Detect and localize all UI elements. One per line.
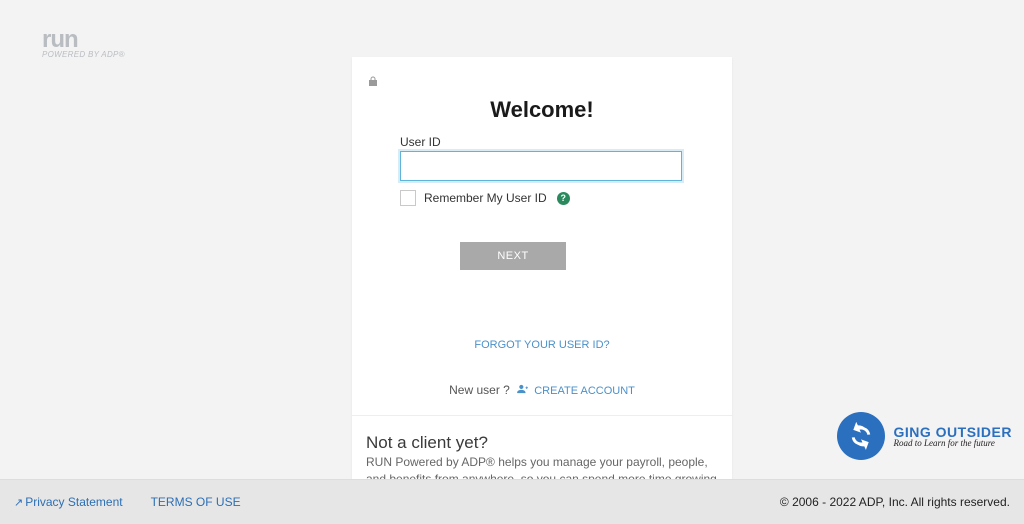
remember-label: Remember My User ID xyxy=(424,191,547,205)
login-card: Welcome! User ID Remember My User ID ? N… xyxy=(352,57,732,479)
new-user-prefix: New user ? xyxy=(449,383,510,397)
userid-label: User ID xyxy=(400,135,441,149)
remember-checkbox[interactable] xyxy=(400,190,416,206)
person-plus-icon xyxy=(517,385,532,397)
forgot-userid-link[interactable]: FORGOT YOUR USER ID? xyxy=(352,339,732,351)
watermark-sub: Road to Learn for the future xyxy=(893,438,1012,448)
divider xyxy=(352,415,732,416)
terms-link[interactable]: TERMS OF USE xyxy=(151,495,241,509)
watermark-icon xyxy=(837,412,885,460)
new-user-row: New user ? CREATE ACCOUNT xyxy=(352,383,732,397)
remember-row: Remember My User ID ? xyxy=(400,190,570,206)
welcome-heading: Welcome! xyxy=(352,97,732,123)
watermark: GING OUTSIDER Road to Learn for the futu… xyxy=(837,412,1012,460)
lock-icon xyxy=(368,76,378,90)
help-icon[interactable]: ? xyxy=(557,192,570,205)
next-button[interactable]: NEXT xyxy=(460,242,566,270)
not-client-heading: Not a client yet? xyxy=(366,433,488,453)
watermark-main: GING OUTSIDER xyxy=(893,424,1012,440)
userid-input[interactable] xyxy=(400,151,682,181)
privacy-link[interactable]: ↗Privacy Statement xyxy=(14,495,123,509)
logo-sub: POWERED BY ADP® xyxy=(42,50,125,59)
create-account-link[interactable]: CREATE ACCOUNT xyxy=(534,385,635,397)
copyright: © 2006 - 2022 ADP, Inc. All rights reser… xyxy=(780,495,1010,509)
privacy-label: Privacy Statement xyxy=(25,495,122,509)
footer: ↗Privacy Statement TERMS OF USE © 2006 -… xyxy=(0,479,1024,524)
external-link-icon: ↗ xyxy=(14,497,23,509)
logo: run POWERED BY ADP® xyxy=(42,26,125,59)
